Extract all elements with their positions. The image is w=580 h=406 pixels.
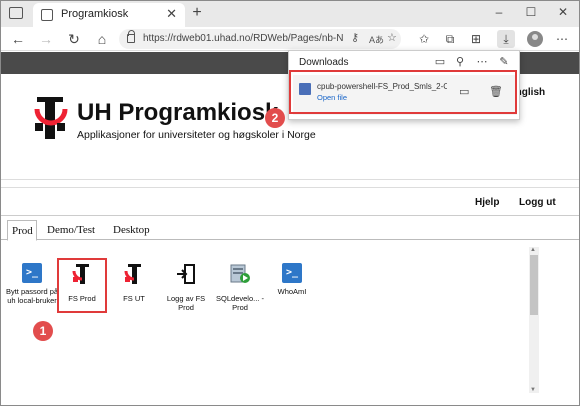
vertical-scrollbar[interactable]: ▲ ▼ — [529, 247, 539, 393]
more-menu-icon[interactable]: ⋯ — [553, 30, 571, 48]
favorites-icon[interactable]: ✩ — [415, 30, 433, 48]
uh-logo-icon — [34, 97, 68, 139]
more-options-icon[interactable]: ⋯ — [475, 55, 489, 68]
close-window-button[interactable]: ✕ — [553, 5, 573, 19]
collections-icon[interactable]: ⧉ — [441, 30, 459, 48]
site-title: UH Programkiosk — [77, 99, 279, 126]
tab-bar: Programkiosk ✕ + – ☐ ✕ — [1, 1, 579, 27]
new-tab-button[interactable]: + — [187, 4, 207, 22]
help-link[interactable]: Hjelp — [475, 197, 499, 208]
tab-prod[interactable]: Prod — [7, 220, 37, 241]
home-button[interactable]: ⌂ — [93, 30, 111, 48]
tab-demo-test[interactable]: Demo/Test — [47, 220, 95, 240]
app-label: WhoAmI — [277, 287, 307, 296]
reload-button[interactable]: ↻ — [65, 30, 83, 48]
download-icon[interactable]: ⤓ — [497, 30, 515, 48]
scroll-up-icon[interactable]: ▲ — [530, 247, 536, 253]
search-icon[interactable]: ⚲ — [453, 55, 467, 68]
app-fs-ut[interactable]: FS UT — [107, 263, 161, 303]
highlight-fs-prod — [57, 258, 107, 313]
scrollbar-thumb[interactable] — [530, 255, 538, 315]
powershell-icon: >_ — [22, 263, 42, 283]
app-label: FS UT — [123, 294, 145, 303]
logoff-icon — [177, 264, 195, 284]
powershell-icon: >_ — [282, 263, 302, 283]
tab-title: Programkiosk — [61, 8, 129, 20]
forward-button[interactable]: → — [37, 30, 55, 48]
app-label: SQLdevelo... - Prod — [216, 294, 264, 312]
scroll-down-icon[interactable]: ▼ — [530, 387, 536, 393]
fs-ut-icon — [124, 264, 141, 284]
divider — [1, 179, 579, 180]
browser-window: Programkiosk ✕ + – ☐ ✕ ← → ↻ ⌂ https://r… — [0, 0, 580, 406]
app-whoami[interactable]: >_ WhoAmI — [265, 263, 319, 296]
back-button[interactable]: ← — [9, 30, 27, 48]
step-badge-2: 2 — [265, 108, 285, 128]
favorite-icon[interactable]: ☆ — [387, 31, 397, 44]
address-bar[interactable]: https://rdweb01.uhad.no/RDWeb/Pages/nb-N… — [119, 29, 401, 49]
extensions-icon[interactable]: ⊞ — [467, 30, 485, 48]
logout-link[interactable]: Logg ut — [519, 197, 556, 208]
tab-desktop[interactable]: Desktop — [113, 220, 150, 240]
divider — [1, 187, 579, 188]
app-label: Logg av FS Prod — [166, 294, 206, 312]
key-icon[interactable]: ⚷ — [351, 31, 359, 44]
step-badge-1: 1 — [33, 321, 53, 341]
lock-icon[interactable] — [127, 30, 135, 43]
app-label: Bytt passord på uh local-bruker — [5, 287, 59, 305]
address-bar-row: ← → ↻ ⌂ https://rdweb01.uhad.no/RDWeb/Pa… — [1, 27, 579, 51]
downloads-title: Downloads — [299, 57, 349, 68]
sqldeveloper-icon — [230, 264, 250, 283]
profile-icon[interactable] — [527, 31, 543, 47]
close-tab-icon[interactable]: ✕ — [166, 6, 177, 22]
browser-tab[interactable]: Programkiosk ✕ — [33, 3, 185, 27]
page-favicon-icon — [41, 9, 53, 21]
read-aloud-icon[interactable]: Aあ — [369, 33, 384, 46]
url-text[interactable]: https://rdweb01.uhad.no/RDWeb/Pages/nb-N… — [143, 33, 343, 44]
site-subtitle: Applikasjoner for universiteter og høgsk… — [77, 129, 316, 141]
category-tabs: Prod Demo/Test Desktop — [1, 220, 579, 241]
app-logg-av-fs-prod[interactable]: Logg av FS Prod — [159, 263, 213, 312]
tab-actions-icon[interactable] — [9, 7, 23, 19]
app-bytt-passord[interactable]: >_ Bytt passord på uh local-bruker — [5, 263, 59, 305]
open-folder-icon[interactable]: ▭ — [433, 55, 447, 68]
pin-icon[interactable]: ✎ — [497, 55, 511, 68]
maximize-button[interactable]: ☐ — [521, 5, 541, 19]
divider — [1, 215, 579, 216]
minimize-button[interactable]: – — [489, 5, 509, 19]
highlight-download-item — [289, 70, 517, 114]
app-sqldeveloper-prod[interactable]: SQLdevelo... - Prod — [213, 263, 267, 312]
